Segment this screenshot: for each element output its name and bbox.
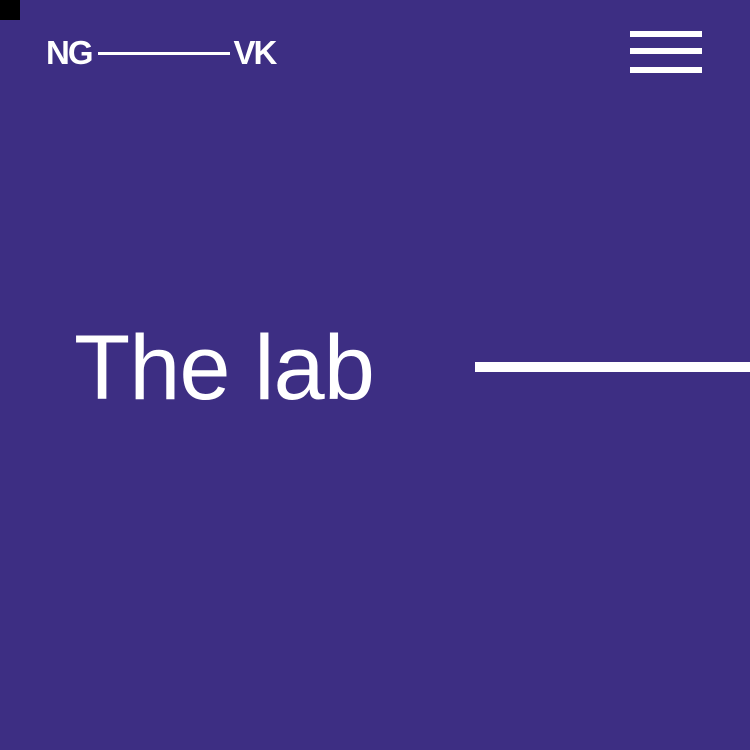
page-title: The lab bbox=[74, 317, 375, 419]
menu-bar-middle bbox=[630, 48, 702, 54]
logo-divider-line bbox=[97, 51, 230, 55]
menu-bar-bottom bbox=[630, 67, 702, 73]
hero-divider-line bbox=[475, 362, 750, 372]
menu-bar-top bbox=[630, 31, 702, 37]
corner-mark bbox=[0, 0, 20, 20]
site-logo-link[interactable]: NG VK bbox=[46, 33, 278, 73]
logo-text-right: VK bbox=[233, 34, 278, 71]
logo-text-left: NG bbox=[46, 34, 93, 71]
hamburger-menu-icon[interactable] bbox=[630, 31, 702, 75]
page: NG VK The lab bbox=[0, 0, 750, 750]
